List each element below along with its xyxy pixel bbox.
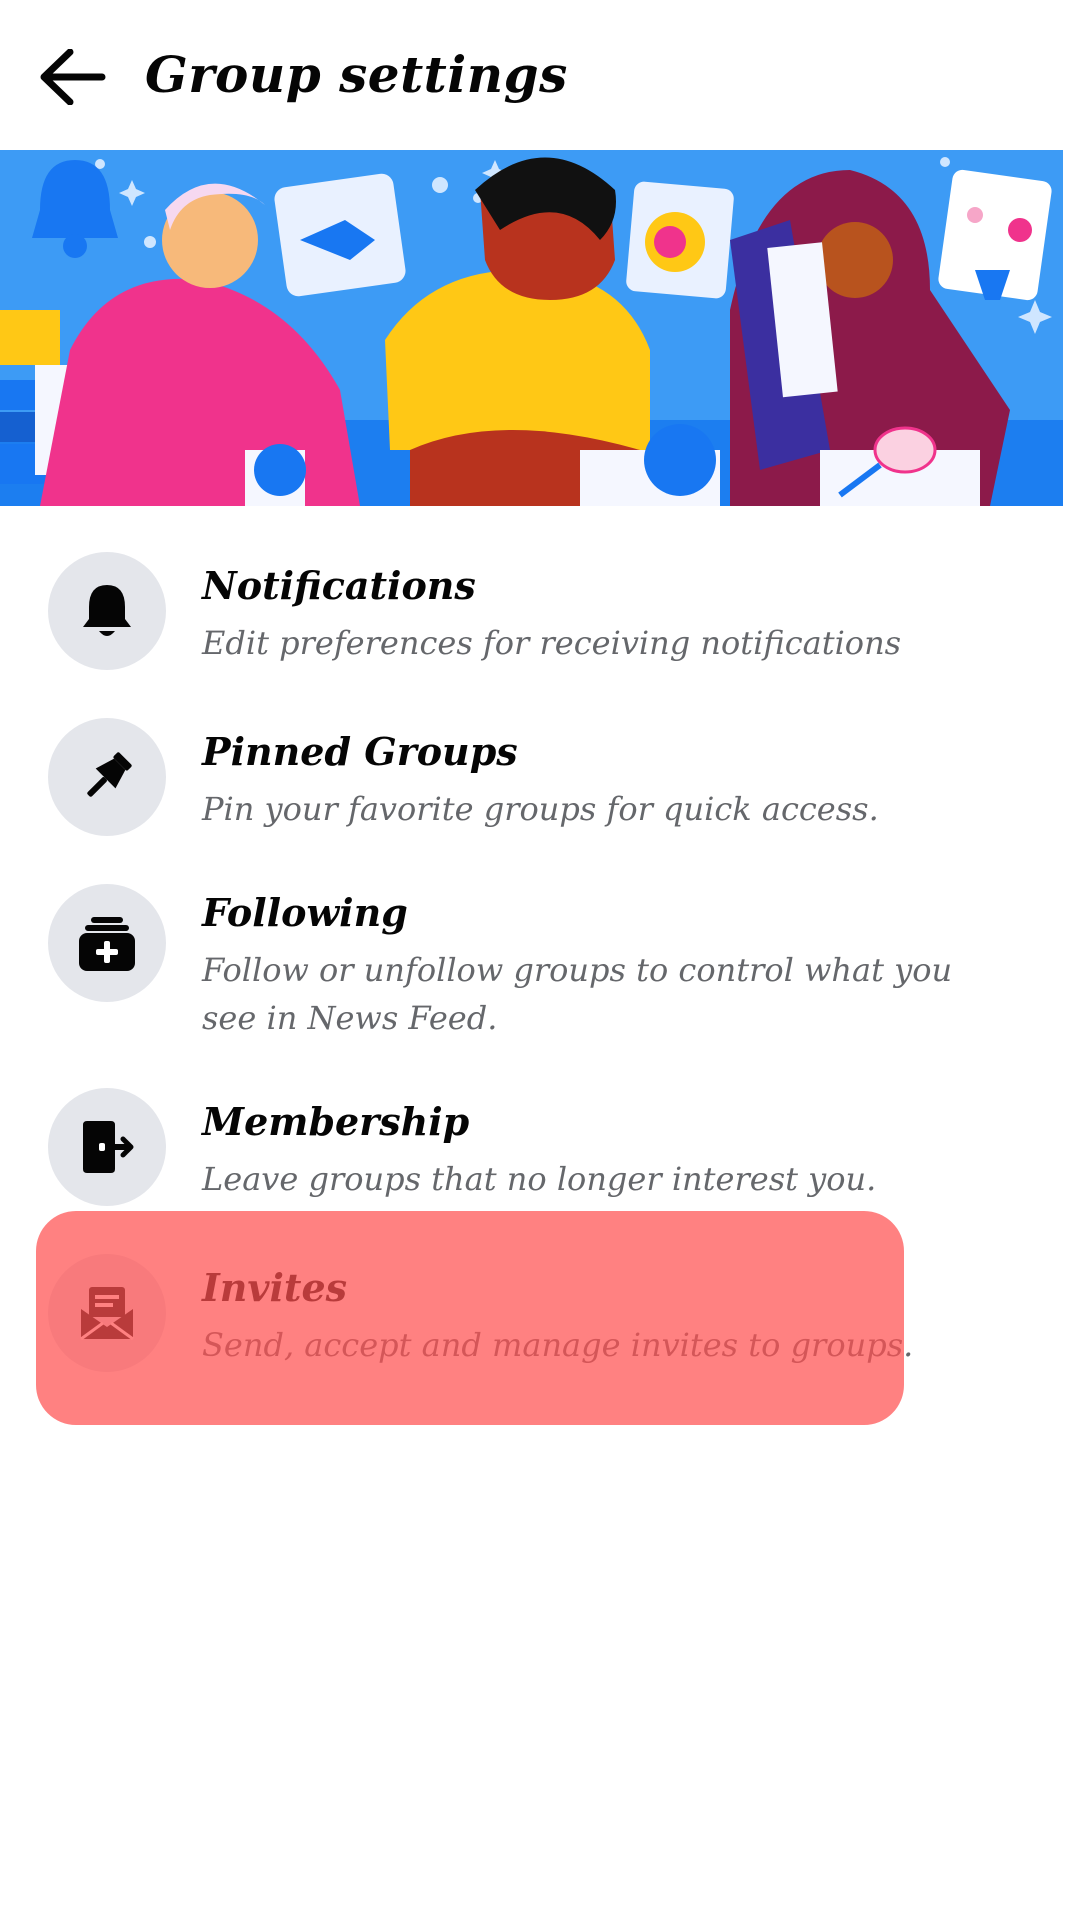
exit-door-icon xyxy=(83,1121,134,1173)
bell-icon xyxy=(83,585,131,636)
page-title: Group settings xyxy=(145,45,568,104)
envelope-icon xyxy=(80,1287,134,1341)
settings-item-title: Invites xyxy=(202,1265,348,1310)
settings-item-description: Send, accept and manage invites to group… xyxy=(202,1326,914,1364)
settings-item-title: Notifications xyxy=(202,563,476,608)
group-banner-illustration xyxy=(0,150,1063,506)
settings-item-description: Follow or unfollow groups to control wha… xyxy=(202,951,953,1037)
arrow-left-icon xyxy=(40,49,106,105)
settings-item-title: Pinned Groups xyxy=(202,729,518,774)
app-header: Group settings xyxy=(0,0,1080,150)
invites-icon-container xyxy=(48,1254,166,1372)
pinned-groups-icon-container xyxy=(48,718,166,836)
settings-item-description: Edit preferences for receiving notificat… xyxy=(202,624,902,662)
following-icon-container xyxy=(48,884,166,1002)
settings-item-membership[interactable]: Membership Leave groups that no longer i… xyxy=(0,1088,1080,1208)
membership-icon-container xyxy=(48,1088,166,1206)
settings-item-title: Following xyxy=(202,890,408,935)
settings-item-title: Membership xyxy=(202,1099,470,1144)
settings-item-notifications[interactable]: Notifications Edit preferences for recei… xyxy=(0,552,1080,672)
add-inbox-icon xyxy=(79,917,135,971)
settings-item-following[interactable]: Following Follow or unfollow groups to c… xyxy=(0,884,1080,1049)
pin-icon xyxy=(87,752,132,797)
settings-item-description: Leave groups that no longer interest you… xyxy=(202,1160,877,1198)
settings-item-invites[interactable]: Invites Send, accept and manage invites … xyxy=(0,1254,1080,1374)
notifications-icon-container xyxy=(48,552,166,670)
settings-item-pinned-groups[interactable]: Pinned Groups Pin your favorite groups f… xyxy=(0,718,1080,838)
settings-item-description: Pin your favorite groups for quick acces… xyxy=(202,790,879,828)
back-button[interactable] xyxy=(28,32,118,122)
